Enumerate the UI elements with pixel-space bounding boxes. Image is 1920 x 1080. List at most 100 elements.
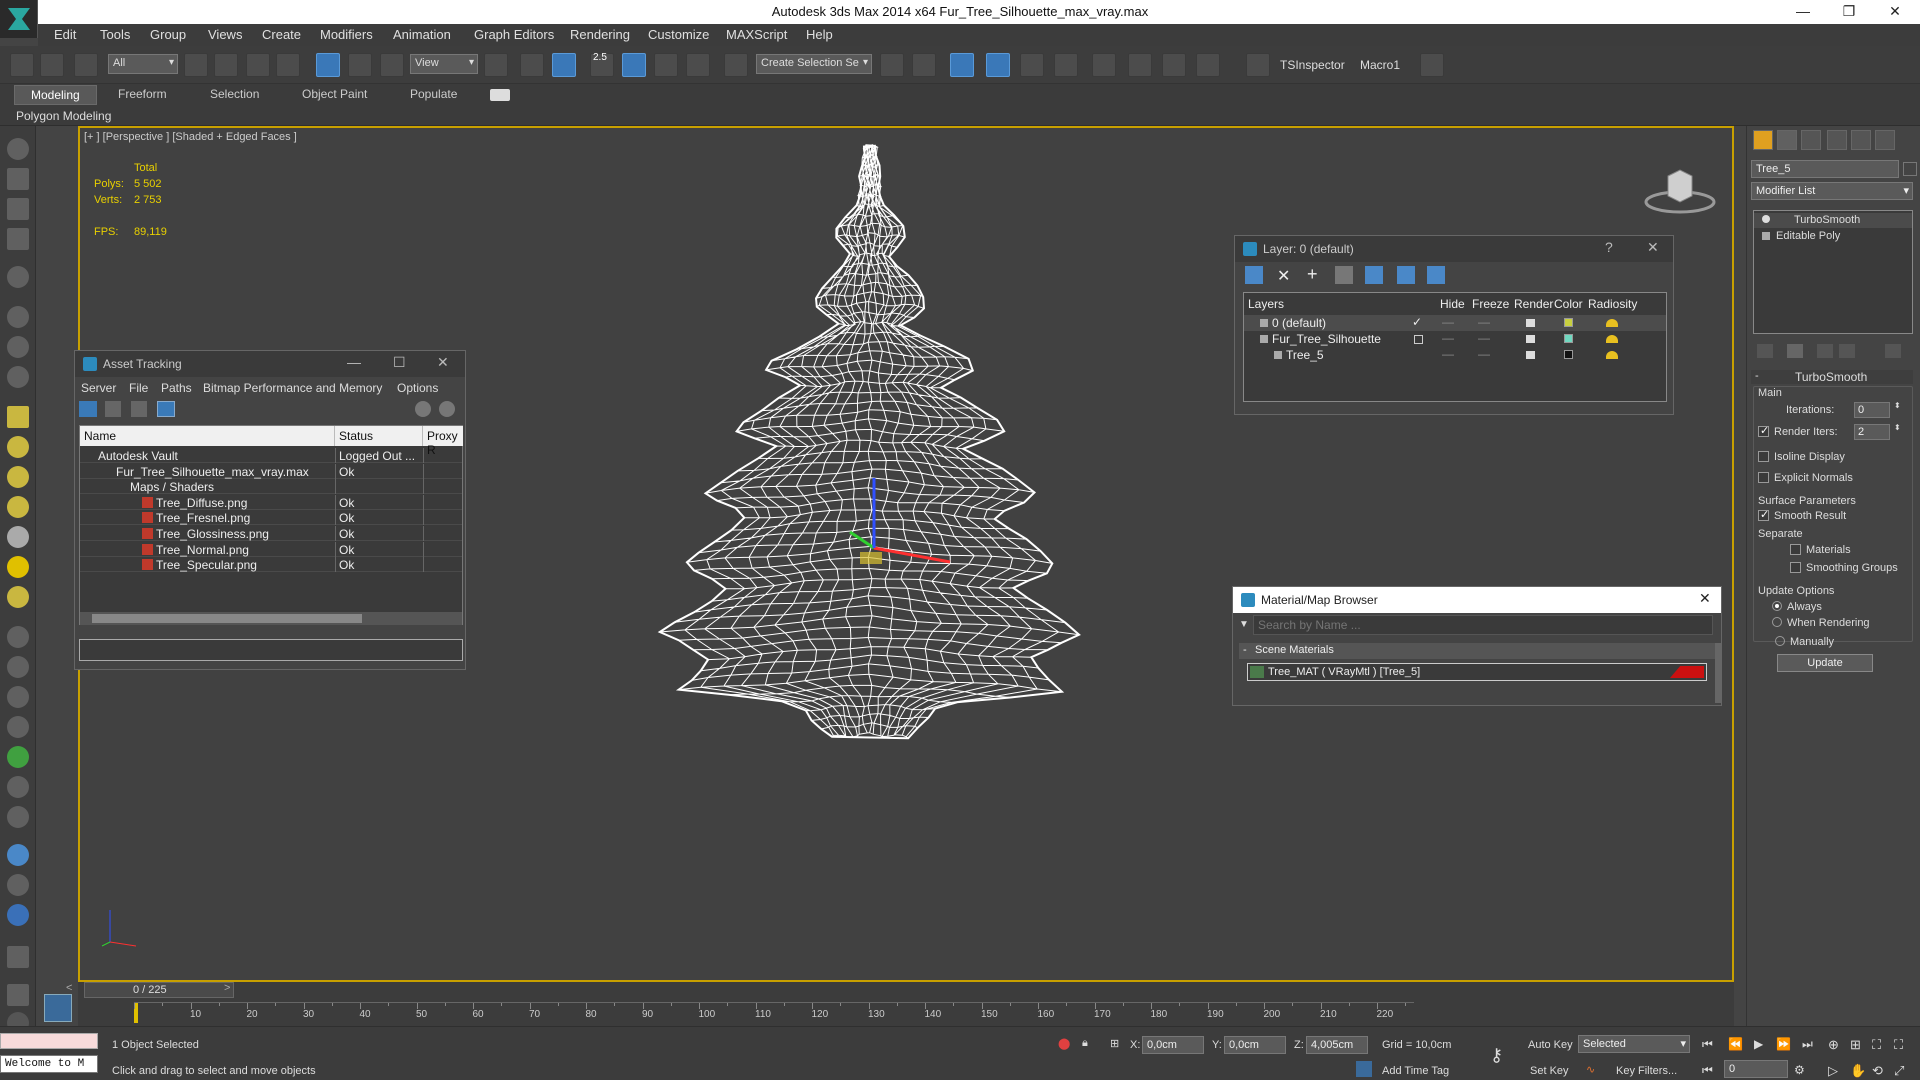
close-button[interactable]: ✕: [1872, 0, 1918, 24]
script-icon[interactable]: [7, 984, 29, 1006]
object-name-field[interactable]: Tree_5: [1751, 160, 1899, 178]
select-move-icon[interactable]: [316, 53, 340, 77]
asset-hscrollbar[interactable]: [80, 612, 462, 625]
asset-row[interactable]: Tree_Glossiness.png Ok: [80, 526, 462, 541]
viewcube-icon[interactable]: [1644, 166, 1716, 216]
layer-hide-toggle[interactable]: —: [1442, 331, 1454, 345]
polygon-modeling-label[interactable]: Polygon Modeling: [16, 109, 111, 123]
link-icon[interactable]: [10, 53, 34, 77]
goto-end-icon[interactable]: ⏭: [1802, 1037, 1813, 1052]
layer-color-swatch[interactable]: [1564, 334, 1573, 343]
keyboard-shortcut-override-icon[interactable]: [552, 53, 576, 77]
ribbon-toggle-icon[interactable]: [490, 89, 510, 101]
foliage-icon[interactable]: [7, 746, 29, 768]
time-tag-icon[interactable]: [1356, 1061, 1372, 1077]
globe-icon[interactable]: [7, 844, 29, 866]
select-object-icon[interactable]: [184, 53, 208, 77]
curve-editor-icon[interactable]: [1020, 53, 1044, 77]
create-tab-icon[interactable]: [1753, 130, 1773, 150]
key-mode-toggle-icon[interactable]: ⏮: [1702, 1063, 1713, 1078]
material-browser-titlebar[interactable]: Material/Map Browser ✕: [1233, 587, 1721, 613]
iterations-spinner[interactable]: 0: [1854, 402, 1890, 418]
list-view-icon[interactable]: [105, 401, 121, 417]
particle-icon[interactable]: [7, 626, 29, 648]
layer-active-toggle[interactable]: [1414, 335, 1423, 344]
layer-freeze-toggle[interactable]: —: [1478, 331, 1490, 345]
cone-icon[interactable]: [7, 526, 29, 548]
material-browser-window[interactable]: Material/Map Browser ✕ ▼ - Scene Materia…: [1232, 586, 1722, 706]
layer-color-swatch[interactable]: [1564, 350, 1573, 359]
display-tab-icon[interactable]: [1851, 130, 1871, 150]
gizmo-plane[interactable]: [860, 552, 882, 564]
current-layer-check-icon[interactable]: ✓: [1412, 315, 1422, 329]
asset-row[interactable]: Fur_Tree_Silhouette_max_vray.max Ok: [80, 463, 462, 479]
material-browser-close-button[interactable]: ✕: [1699, 590, 1711, 607]
zoom-extents-all-icon[interactable]: ⛶: [1894, 1037, 1903, 1053]
dynamics-icon[interactable]: [7, 656, 29, 678]
render-setup-icon[interactable]: [1128, 53, 1152, 77]
col-render[interactable]: Render: [1514, 297, 1553, 311]
spinner-snap-icon[interactable]: [686, 53, 710, 77]
key-icon[interactable]: ⚷: [1490, 1045, 1503, 1066]
y-coord-field[interactable]: 0,0cm: [1224, 1036, 1286, 1054]
refresh-icon[interactable]: [79, 401, 97, 417]
welcome-field[interactable]: Welcome to M: [0, 1055, 98, 1073]
tab-modeling[interactable]: Modeling: [14, 85, 97, 105]
render-icon[interactable]: [7, 168, 29, 190]
smoothing-groups-checkbox[interactable]: [1790, 562, 1801, 573]
fov-icon[interactable]: ▷: [1828, 1063, 1838, 1079]
asset-row[interactable]: Autodesk Vault Logged Out ...: [80, 448, 462, 463]
edit-named-selection-icon[interactable]: [724, 53, 748, 77]
time-next-icon[interactable]: >: [224, 982, 230, 994]
maximize-viewport-icon[interactable]: ⤢: [1894, 1063, 1904, 1079]
angle-snap-icon[interactable]: [622, 53, 646, 77]
modifier-list-dropdown[interactable]: Modifier List ▾: [1751, 182, 1913, 200]
named-selection-dropdown[interactable]: Create Selection Se: [756, 54, 872, 74]
graphite-ribbon-icon[interactable]: [986, 53, 1010, 77]
configure-sets-icon[interactable]: [1885, 344, 1901, 358]
tsinspector-label[interactable]: TSInspector: [1280, 58, 1345, 72]
asset-row[interactable]: Tree_Specular.png Ok: [80, 557, 462, 573]
hair-icon[interactable]: [7, 776, 29, 798]
asset-menu-bitmap[interactable]: Bitmap Performance and Memory: [203, 381, 382, 395]
layer-hide-toggle[interactable]: —: [1442, 347, 1454, 361]
object-color-swatch[interactable]: [1903, 162, 1917, 176]
col-name[interactable]: Name: [80, 426, 335, 446]
macro-plugin-icon[interactable]: [1420, 53, 1444, 77]
list-icon[interactable]: [7, 198, 29, 220]
asset-tracking-window[interactable]: Asset Tracking — ☐ ✕ Server File Paths B…: [74, 350, 466, 670]
menu-tools[interactable]: Tools: [100, 27, 130, 42]
layer-titlebar[interactable]: Layer: 0 (default) ? ✕: [1235, 236, 1673, 262]
highlight-layer-icon[interactable]: [1365, 266, 1383, 284]
pivot-center-icon[interactable]: [484, 53, 508, 77]
layer-row[interactable]: 0 (default) — —: [1244, 315, 1666, 331]
minimize-button[interactable]: —: [1780, 0, 1826, 24]
schematic-view-icon[interactable]: [1054, 53, 1078, 77]
asset-row[interactable]: Maps / Shaders: [80, 479, 462, 495]
track-bar[interactable]: 10 20 30 40 50 60 70 80 90 100 110 120 130 140 150 160 1…: [134, 1002, 1414, 1024]
render-teapot-icon[interactable]: [1526, 351, 1535, 359]
select-manipulate-icon[interactable]: [520, 53, 544, 77]
menu-create[interactable]: Create: [262, 27, 301, 42]
box-icon[interactable]: [7, 406, 29, 428]
key-filters-button[interactable]: Key Filters...: [1616, 1065, 1677, 1077]
tab-freeform[interactable]: Freeform: [118, 87, 167, 101]
percent-snap-icon[interactable]: [654, 53, 678, 77]
layer-row[interactable]: Fur_Tree_Silhouette — —: [1244, 331, 1666, 347]
asset-path-field[interactable]: [79, 639, 463, 661]
time-slider[interactable]: 0 / 225: [84, 982, 234, 998]
time-prev-icon[interactable]: <: [66, 982, 72, 994]
asset-menu-file[interactable]: File: [129, 381, 148, 395]
render-teapot-icon[interactable]: [1526, 335, 1535, 343]
layer-close-button[interactable]: ✕: [1647, 239, 1659, 256]
selection-filter-dropdown[interactable]: All: [108, 54, 178, 74]
select-rotate-icon[interactable]: [348, 53, 372, 77]
radiosity-icon[interactable]: [1606, 335, 1618, 343]
ref-coord-dropdown[interactable]: View: [410, 54, 478, 74]
asset-menu-server[interactable]: Server: [81, 381, 116, 395]
motion-tab-icon[interactable]: [1827, 130, 1847, 150]
play-icon[interactable]: [7, 946, 29, 968]
explicit-normals-checkbox[interactable]: [1758, 472, 1769, 483]
asset-row[interactable]: Tree_Fresnel.png Ok: [80, 510, 462, 526]
window-crossing-icon[interactable]: [276, 53, 300, 77]
